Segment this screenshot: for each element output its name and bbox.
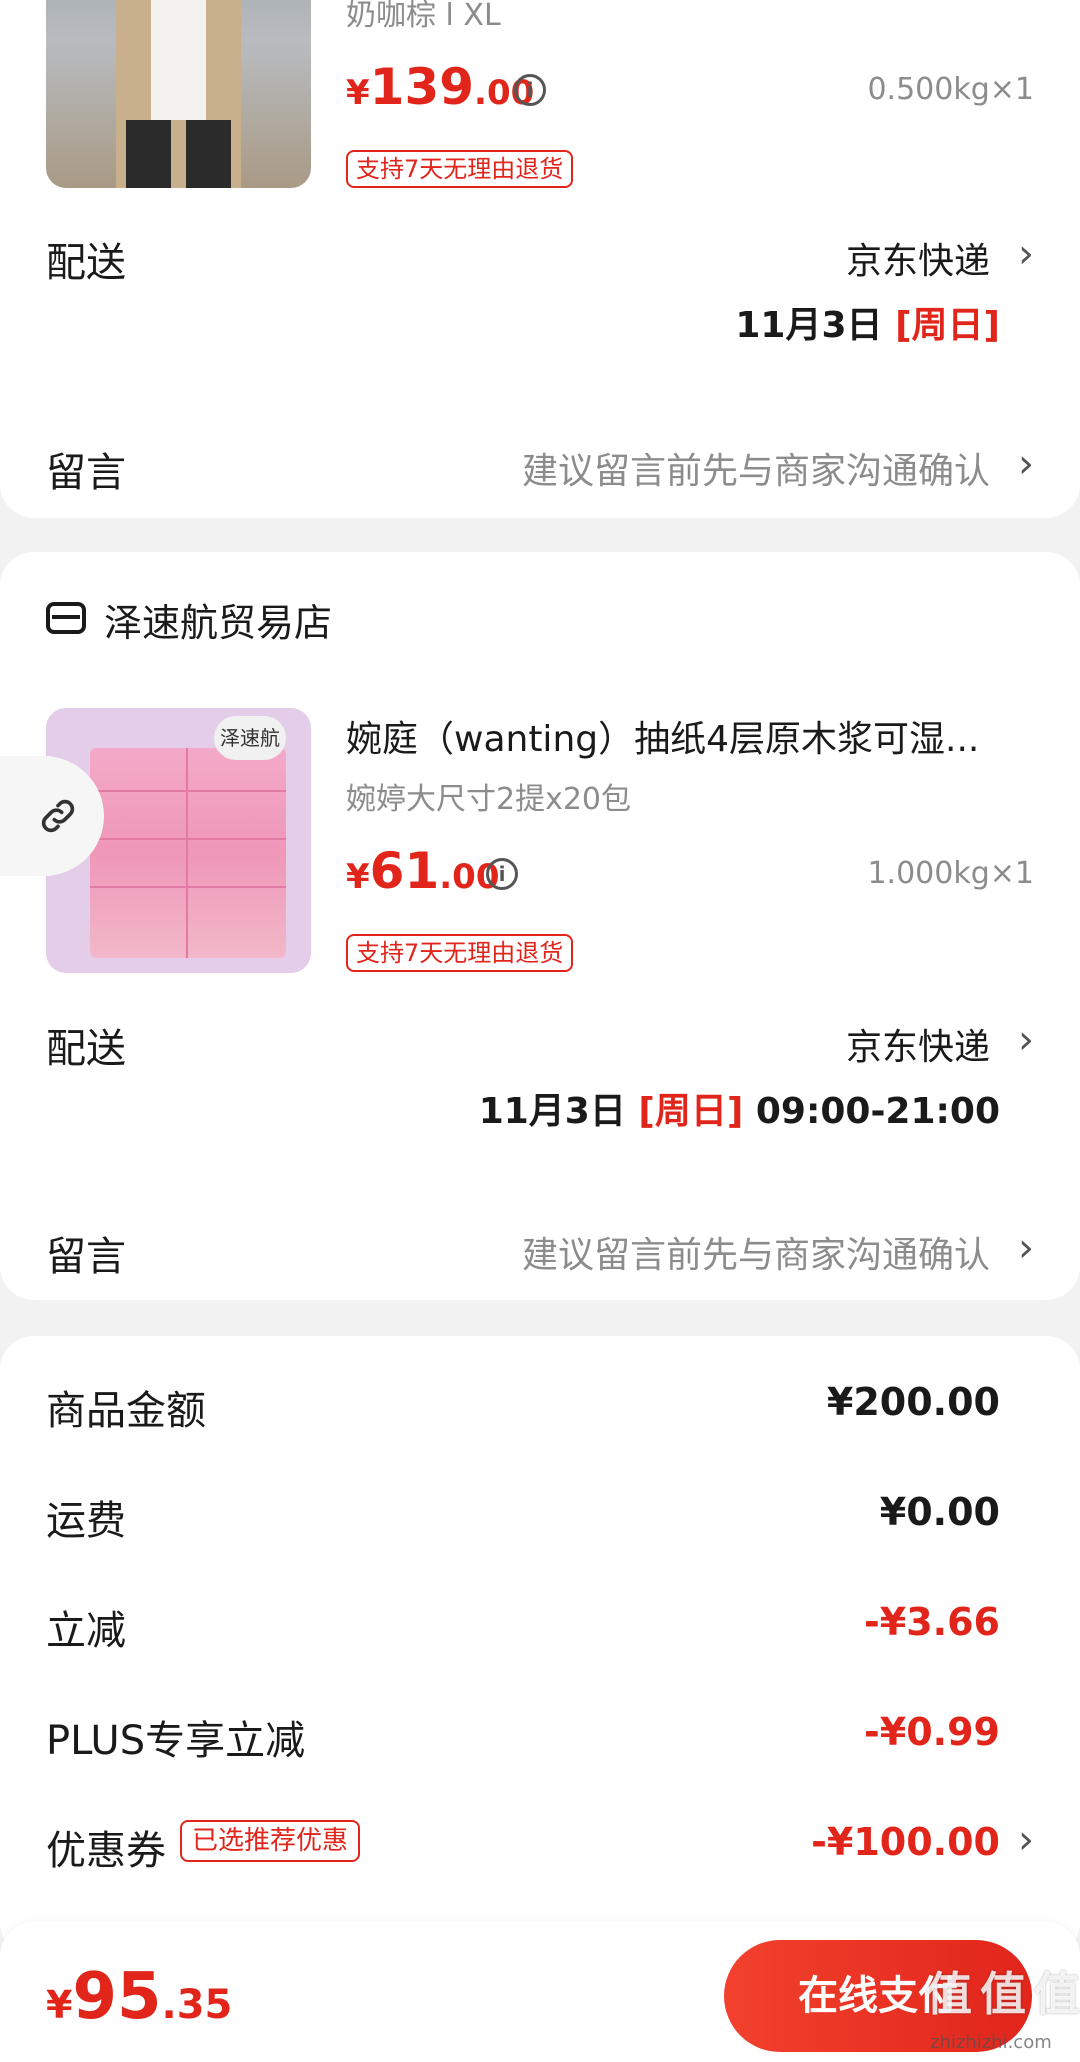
plus-discount-value: -¥0.99 (864, 1710, 1000, 1754)
shipping-value: ¥0.00 (879, 1490, 1000, 1534)
product-price: ¥139.00 (346, 58, 535, 116)
plus-discount-label: PLUS专享立减 (46, 1718, 306, 1764)
product-price: ¥61.00 (346, 842, 500, 900)
shop-name[interactable]: 泽速航贸易店 (104, 592, 332, 647)
delivery-time: 11月3日 [周日] 09:00-21:00 (478, 1091, 1000, 1132)
delivery-carrier[interactable]: 京东快递 (846, 1018, 990, 1070)
product-image-jacket[interactable] (46, 0, 311, 188)
info-icon[interactable]: i (486, 858, 518, 890)
product-title[interactable]: 婉庭（wanting）抽纸4层原木浆可湿... (346, 710, 1036, 762)
return-policy-tag: 支持7天无理由退货 (346, 150, 574, 188)
chevron-right-icon[interactable]: › (1018, 1820, 1034, 1860)
discount-label: 立减 (46, 1608, 126, 1654)
shipping-label: 运费 (46, 1498, 126, 1544)
delivery-carrier[interactable]: 京东快递 (846, 232, 990, 284)
chevron-right-icon[interactable]: › (1018, 1228, 1034, 1268)
price-summary-card: 商品金额 ¥200.00 运费 ¥0.00 立减 -¥3.66 PLUS专享立减… (0, 1336, 1080, 1956)
bottom-bar: ¥95.35 在线支付 值 值 值 zhizhizhi.com (0, 1922, 1080, 2062)
message-label: 留言 (46, 1234, 126, 1280)
coupon-value[interactable]: -¥100.00 (811, 1820, 1000, 1864)
watermark-logo: 值 值 值 (926, 1967, 1080, 2021)
chevron-right-icon[interactable]: › (1018, 234, 1034, 274)
brand-logo: 泽速航 (214, 716, 286, 760)
delivery-time: 11月3日 [周日] (735, 305, 1000, 346)
message-input[interactable]: 建议留言前先与商家沟通确认 (522, 1226, 990, 1278)
store-icon (46, 602, 86, 634)
watermark-url: zhizhizhi.com (930, 2032, 1052, 2053)
chevron-right-icon[interactable]: › (1018, 444, 1034, 484)
product-variant[interactable]: 婉婷大尺寸2提x20包 (346, 774, 631, 818)
shop1-card: 奶咖棕 l XL ¥139.00 i 0.500kg×1 支持7天无理由退货 配… (0, 0, 1080, 518)
goods-amount-label: 商品金额 (46, 1388, 206, 1434)
chevron-right-icon[interactable]: › (1018, 1020, 1034, 1060)
discount-value: -¥3.66 (864, 1600, 1000, 1644)
delivery-label: 配送 (46, 240, 126, 286)
product-variant: 奶咖棕 l XL (346, 0, 501, 33)
coupon-label: 优惠券 (46, 1828, 166, 1874)
message-label: 留言 (46, 450, 126, 496)
total-price: ¥95.35 (46, 1960, 233, 2034)
product-weight: 1.000kg×1 (867, 856, 1034, 891)
link-icon (41, 799, 75, 833)
return-policy-tag: 支持7天无理由退货 (346, 934, 574, 972)
delivery-label: 配送 (46, 1026, 126, 1072)
coupon-badge: 已选推荐优惠 (180, 1820, 361, 1862)
info-icon[interactable]: i (514, 74, 546, 106)
goods-amount-value: ¥200.00 (826, 1380, 1000, 1424)
product-weight: 0.500kg×1 (867, 72, 1034, 107)
shop2-card: 泽速航贸易店 泽速航 婉庭（wanting）抽纸4层原木浆可湿... 婉婷大尺寸… (0, 552, 1080, 1300)
message-input[interactable]: 建议留言前先与商家沟通确认 (522, 442, 990, 494)
